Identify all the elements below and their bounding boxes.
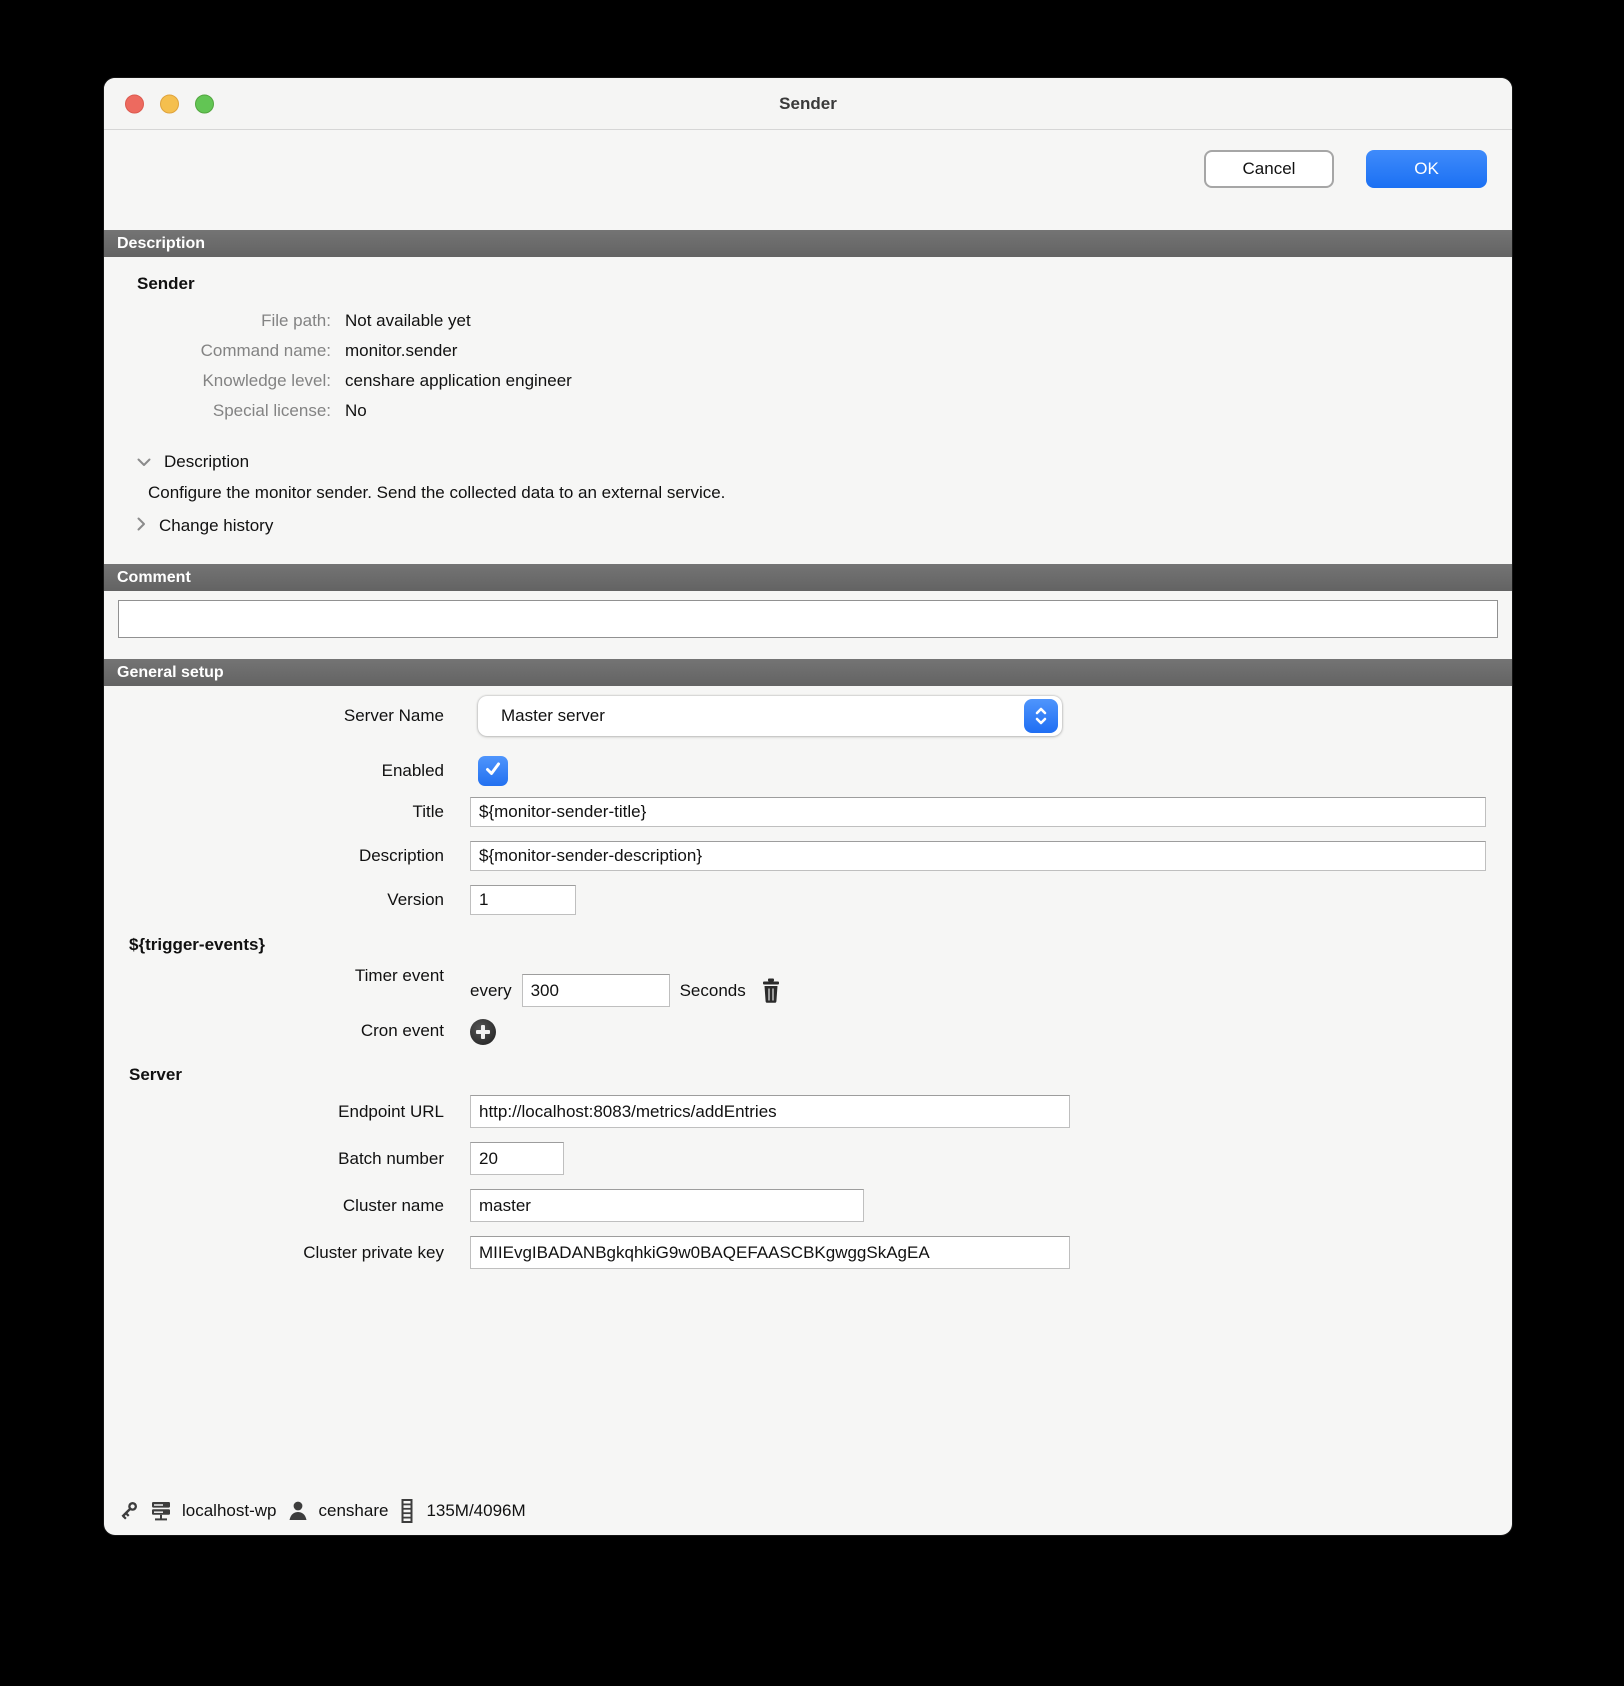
general-setup-form: Server Name Master server Enabled (104, 686, 1512, 1269)
info-label: File path: (137, 306, 331, 336)
batch-number-label: Batch number (104, 1148, 444, 1170)
enabled-checkbox[interactable] (478, 756, 508, 786)
server-name-select[interactable]: Master server (478, 696, 1062, 736)
sender-dialog-window: Sender Cancel OK Description Sender File… (104, 78, 1512, 1535)
cancel-button[interactable]: Cancel (1204, 150, 1334, 188)
cluster-name-input[interactable] (470, 1189, 864, 1222)
info-value: monitor.sender (345, 336, 1512, 366)
server-name-label: Server Name (104, 705, 444, 727)
ok-button[interactable]: OK (1366, 150, 1487, 188)
description-label: Description (104, 845, 444, 867)
description-disclosure[interactable]: Description (137, 452, 1512, 472)
info-value: Not available yet (345, 306, 1512, 336)
timer-every-text: every (470, 981, 512, 1001)
dialog-buttons: Cancel OK (104, 130, 1512, 188)
info-label: Knowledge level: (137, 366, 331, 396)
description-block: Sender File path: Not available yet Comm… (104, 274, 1512, 536)
cluster-private-key-label: Cluster private key (104, 1242, 444, 1264)
title-input[interactable] (470, 797, 1486, 827)
minimize-window-icon[interactable] (160, 94, 179, 113)
status-memory: 135M/4096M (426, 1501, 525, 1521)
chevron-down-icon (137, 452, 151, 472)
window-title: Sender (779, 94, 837, 114)
comment-input[interactable] (118, 600, 1498, 638)
description-text: Configure the monitor sender. Send the c… (148, 483, 1512, 503)
description-input[interactable] (470, 841, 1486, 871)
zoom-window-icon[interactable] (195, 94, 214, 113)
timer-seconds-input[interactable] (522, 974, 670, 1007)
title-bar: Sender (104, 78, 1512, 130)
comment-section-header: Comment (104, 564, 1512, 591)
cron-event-label: Cron event (104, 1020, 444, 1042)
command-info-grid: File path: Not available yet Command nam… (137, 306, 1512, 426)
version-input[interactable] (470, 885, 576, 915)
checkmark-icon (483, 759, 503, 784)
server-heading: Server (104, 1065, 1512, 1085)
version-label: Version (104, 889, 444, 911)
trigger-events-heading: ${trigger-events} (104, 935, 1512, 955)
description-disclosure-label: Description (164, 452, 249, 472)
cluster-private-key-input[interactable] (470, 1236, 1070, 1269)
add-cron-event-button[interactable] (470, 1019, 496, 1045)
close-window-icon[interactable] (125, 94, 144, 113)
info-value: No (345, 396, 1512, 426)
key-icon (116, 1499, 140, 1523)
description-section-header: Description (104, 230, 1512, 257)
timer-event-label: Timer event (104, 965, 444, 987)
status-server-name: localhost-wp (182, 1501, 277, 1521)
enabled-label: Enabled (104, 760, 444, 782)
chevron-right-icon (137, 516, 146, 536)
status-bar: localhost-wp censhare 135M/4096M (116, 1498, 526, 1524)
dropdown-stepper-icon (1024, 699, 1058, 733)
info-label: Command name: (137, 336, 331, 366)
timer-seconds-text: Seconds (680, 981, 746, 1001)
batch-number-input[interactable] (470, 1142, 564, 1175)
trash-icon (760, 978, 782, 1004)
cluster-name-label: Cluster name (104, 1195, 444, 1217)
server-icon (149, 1499, 173, 1523)
command-title: Sender (137, 274, 1512, 294)
user-icon (286, 1499, 310, 1523)
server-name-selected-value: Master server (478, 706, 605, 726)
memory-icon (397, 1498, 417, 1524)
delete-timer-event-button[interactable] (760, 978, 782, 1004)
change-history-label: Change history (159, 516, 273, 536)
title-label: Title (104, 801, 444, 823)
change-history-disclosure[interactable]: Change history (137, 516, 1512, 536)
general-setup-section-header: General setup (104, 659, 1512, 686)
info-value: censhare application engineer (345, 366, 1512, 396)
endpoint-url-label: Endpoint URL (104, 1101, 444, 1123)
info-label: Special license: (137, 396, 331, 426)
endpoint-url-input[interactable] (470, 1095, 1070, 1128)
status-user-name: censhare (319, 1501, 389, 1521)
window-controls (125, 94, 214, 113)
